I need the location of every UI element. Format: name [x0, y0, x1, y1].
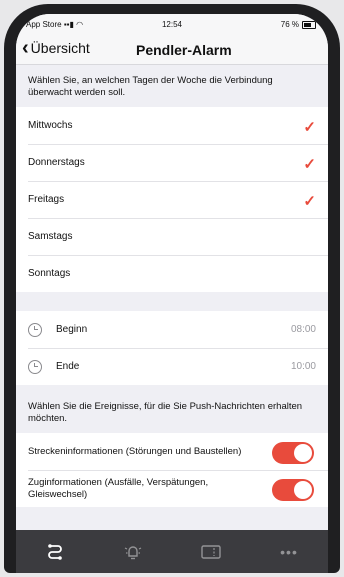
settings-content: Wählen Sie, an welchen Tagen der Woche d… — [16, 65, 328, 507]
page-title: Pendler-Alarm — [136, 42, 232, 58]
status-bar: App Store ▪▪▮ ◠ 12:54 76 % — [16, 14, 328, 34]
begin-time-value: 08:00 — [290, 324, 316, 335]
clock-icon — [28, 359, 42, 374]
checkmark-icon: ✓ — [303, 193, 316, 210]
begin-label: Beginn — [56, 324, 88, 335]
tab-bar: ••• — [16, 530, 328, 573]
day-label: Samstags — [28, 231, 73, 242]
event-row-zug: Zuginformationen (Ausfälle, Verspätungen… — [16, 470, 328, 507]
tab-more[interactable]: ••• — [269, 537, 309, 567]
day-label: Freitags — [28, 194, 65, 205]
tab-alarm[interactable] — [113, 537, 153, 567]
day-row-freitags[interactable]: Freitags ✓ — [16, 181, 328, 218]
zuginfo-toggle[interactable] — [272, 479, 314, 501]
day-label: Mittwochs — [28, 120, 73, 131]
phone-frame: App Store ▪▪▮ ◠ 12:54 76 % ‹ Übersicht P… — [4, 4, 340, 573]
day-row-donnerstags[interactable]: Donnerstags ✓ — [16, 144, 328, 181]
battery-icon — [302, 20, 316, 29]
battery-percent: 76 % — [280, 20, 299, 29]
navigation-bar: ‹ Übersicht Pendler-Alarm — [16, 34, 328, 65]
streckeninfo-toggle[interactable] — [272, 442, 314, 464]
tab-ticket[interactable] — [191, 537, 231, 567]
chevron-left-icon: ‹ — [22, 37, 29, 59]
alarm-icon — [124, 545, 142, 559]
event-label: Streckeninformationen (Störungen und Bau… — [28, 445, 242, 457]
end-time-value: 10:00 — [290, 361, 316, 372]
begin-time-row[interactable]: Beginn 08:00 — [16, 311, 328, 348]
battery-status: 76 % — [281, 20, 316, 29]
event-label: Zuginformationen (Ausfälle, Verspätungen… — [28, 476, 209, 500]
time-list: Beginn 08:00 Ende 10:00 — [16, 311, 328, 385]
ticket-icon — [201, 544, 221, 559]
checkmark-icon: ✓ — [303, 156, 316, 173]
tab-route[interactable] — [35, 537, 75, 567]
day-row-mittwochs[interactable]: Mittwochs ✓ — [16, 107, 328, 144]
events-list: Streckeninformationen (Störungen und Bau… — [16, 433, 328, 507]
section-spacer — [16, 292, 328, 311]
days-list: Mittwochs ✓ Donnerstags ✓ Freitags ✓ Sam… — [16, 107, 328, 292]
day-row-sonntags[interactable]: Sonntags — [16, 255, 328, 292]
more-icon: ••• — [280, 543, 298, 560]
day-label: Donnerstags — [28, 157, 85, 168]
checkmark-icon: ✓ — [303, 119, 316, 136]
back-button[interactable]: ‹ Übersicht — [22, 37, 90, 59]
end-time-row[interactable]: Ende 10:00 — [16, 348, 328, 385]
event-row-strecke: Streckeninformationen (Störungen und Bau… — [16, 433, 328, 470]
day-label: Sonntags — [28, 268, 71, 279]
route-icon — [48, 543, 62, 560]
end-label: Ende — [56, 361, 80, 372]
back-label: Übersicht — [30, 40, 90, 56]
events-section-header: Wählen Sie die Ereignisse, für die Sie P… — [16, 385, 328, 433]
days-section-header: Wählen Sie, an welchen Tagen der Woche d… — [16, 65, 328, 107]
day-row-samstags[interactable]: Samstags — [16, 218, 328, 255]
screen: App Store ▪▪▮ ◠ 12:54 76 % ‹ Übersicht P… — [16, 14, 328, 573]
clock-icon — [28, 322, 42, 337]
